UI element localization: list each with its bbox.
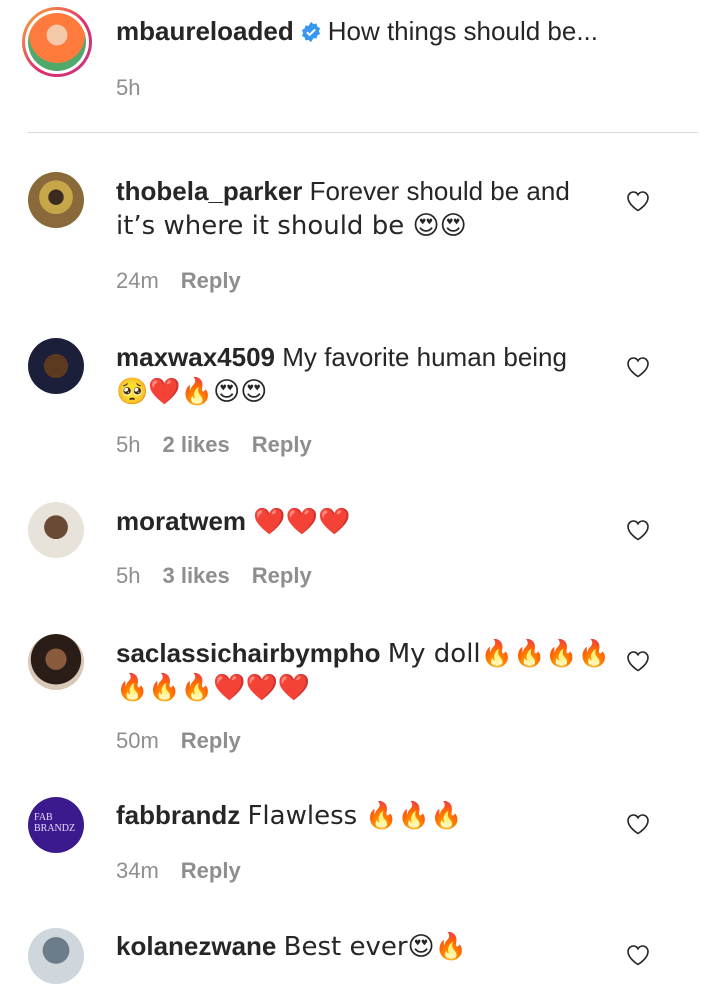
comment-time: 24m (116, 268, 159, 293)
comment-time: 5h (116, 432, 141, 457)
like-heart-icon[interactable] (626, 813, 650, 835)
verified-badge-icon (301, 21, 320, 43)
comment-username[interactable]: maxwax4509 (116, 342, 275, 372)
comment-username[interactable]: thobela_parker (116, 176, 302, 206)
comment-username[interactable]: fabbrandz (116, 800, 240, 830)
like-heart-icon[interactable] (626, 190, 650, 212)
like-heart-icon[interactable] (626, 519, 650, 541)
caption-avatar-image (28, 13, 86, 71)
comment-text: My favorite human being (282, 342, 567, 372)
reply-button[interactable]: Reply (181, 858, 241, 883)
comment-text: Flawless 🔥🔥🔥 (247, 801, 463, 831)
comment-meta: 50m Reply (116, 727, 263, 755)
comment-text: My doll🔥🔥🔥🔥 (387, 639, 611, 669)
comment-avatar[interactable] (28, 928, 84, 984)
comment-text: Forever should be and (309, 176, 570, 206)
comment-avatar[interactable] (28, 634, 84, 690)
comment-text: Best ever😍🔥 (283, 932, 468, 962)
divider (28, 132, 698, 133)
caption-time: 5h (116, 75, 141, 100)
reply-button[interactable]: Reply (181, 268, 241, 293)
comment-time: 34m (116, 858, 159, 883)
comment-meta: 24m Reply (116, 267, 263, 295)
comment-text-cont: it’s where it should be 😍😍 (116, 211, 467, 241)
caption-username[interactable]: mbaureloaded (116, 16, 294, 46)
comment-username[interactable]: saclassichairbympho (116, 638, 380, 668)
comment-text-cont: 🥺❤️🔥😍😍 (116, 377, 268, 407)
comment-username[interactable]: kolanezwane (116, 931, 276, 961)
comment-avatar[interactable] (28, 502, 84, 558)
caption-meta: 5h (116, 74, 162, 102)
comment-text: ❤️❤️❤️ (253, 507, 351, 537)
comment-meta: 5h 2 likes Reply (116, 431, 334, 459)
comment-text-cont: 🔥🔥🔥❤️❤️❤️ (116, 673, 311, 703)
comment-avatar[interactable] (28, 172, 84, 228)
comment-time: 5h (116, 563, 141, 588)
reply-button[interactable]: Reply (181, 728, 241, 753)
comment-username[interactable]: moratwem (116, 506, 246, 536)
like-heart-icon[interactable] (626, 944, 650, 966)
caption-line: mbaureloaded How things should be... (116, 14, 598, 48)
reply-button[interactable]: Reply (252, 432, 312, 457)
reply-button[interactable]: Reply (252, 563, 312, 588)
likes-count[interactable]: 3 likes (162, 563, 229, 588)
comment-avatar[interactable] (28, 338, 84, 394)
fabbrandz-logo-avatar[interactable]: FAB BRANDZ (28, 797, 84, 853)
like-heart-icon[interactable] (626, 356, 650, 378)
post-caption: mbaureloaded How things should be... 5h (0, 0, 720, 132)
likes-count[interactable]: 2 likes (162, 432, 229, 457)
comment-meta: 34m Reply (116, 857, 263, 885)
avatar-logo-text: FAB BRANDZ (34, 812, 76, 834)
like-heart-icon[interactable] (626, 650, 650, 672)
caption-text: How things should be... (327, 16, 598, 46)
comment-time: 50m (116, 728, 159, 753)
caption-avatar[interactable] (22, 7, 92, 77)
comment-meta: 5h 3 likes Reply (116, 562, 334, 590)
